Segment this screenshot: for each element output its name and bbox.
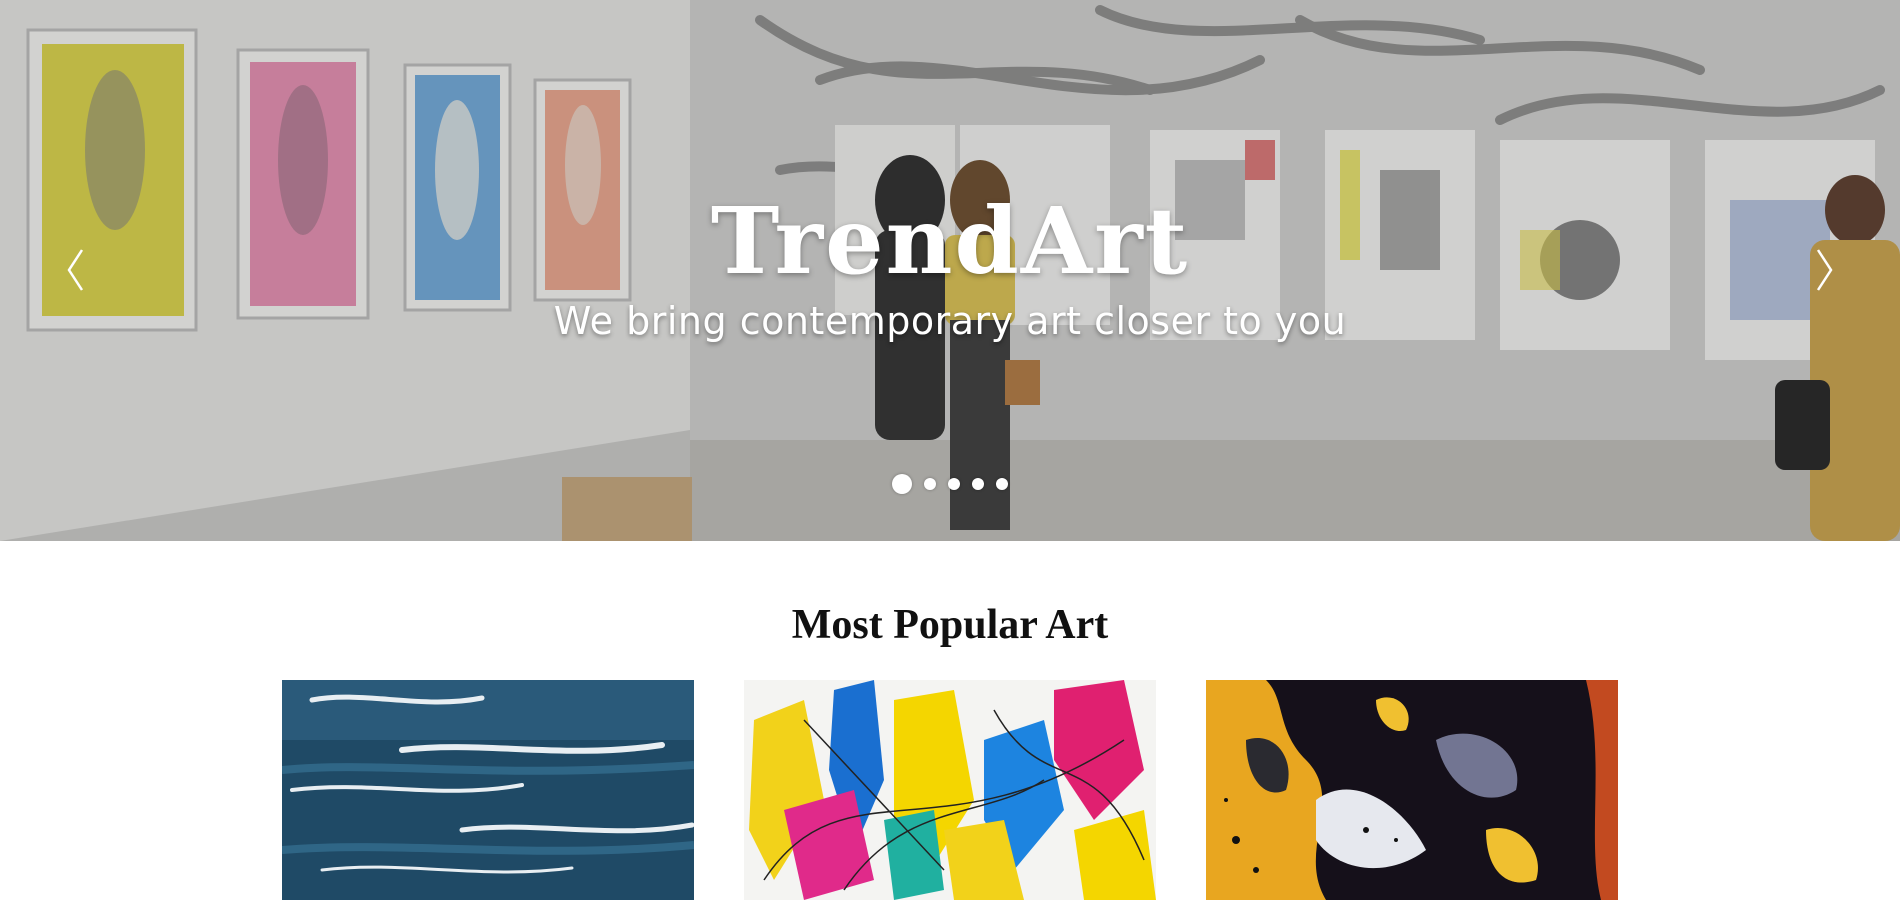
carousel-dot-5[interactable]	[996, 478, 1008, 490]
carousel-indicators	[0, 474, 1900, 494]
colorful-splash-image	[744, 680, 1156, 900]
art-card-colorful[interactable]	[744, 680, 1156, 900]
hero-subtitle: We bring contemporary art closer to you	[553, 299, 1347, 343]
section-title: Most Popular Art	[791, 602, 1109, 648]
art-card-ocean[interactable]	[282, 680, 694, 900]
hero-carousel: TrendArt We bring contemporary art close…	[0, 0, 1900, 541]
art-card-fluid[interactable]	[1206, 680, 1618, 900]
carousel-dot-1[interactable]	[892, 474, 912, 494]
ocean-waves-image	[282, 680, 694, 900]
carousel-dot-4[interactable]	[972, 478, 984, 490]
fluid-art-image	[1206, 680, 1618, 900]
carousel-dot-3[interactable]	[948, 478, 960, 490]
hero-title: TrendArt	[710, 187, 1190, 295]
carousel-dot-2[interactable]	[924, 478, 936, 490]
